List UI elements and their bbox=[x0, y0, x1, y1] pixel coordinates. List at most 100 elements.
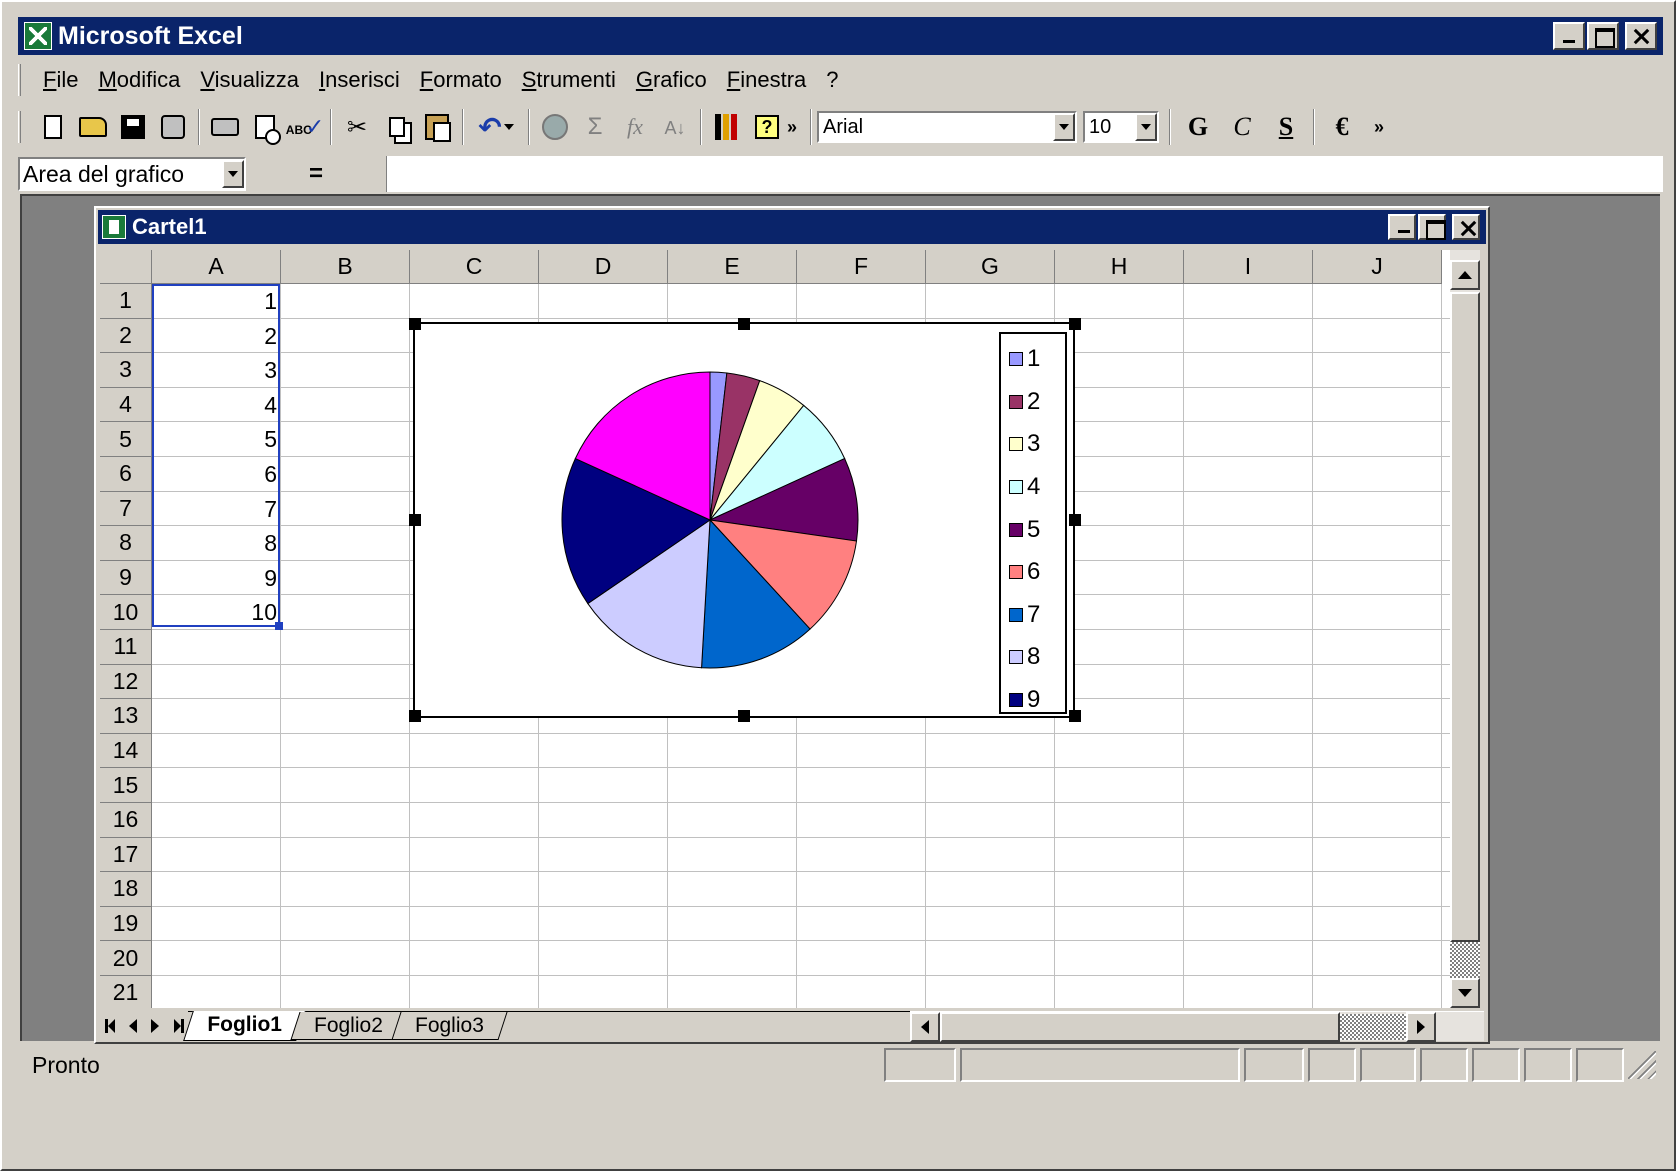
name-box-dropdown[interactable] bbox=[222, 160, 244, 188]
help-button[interactable]: ? bbox=[749, 109, 785, 145]
horizontal-scrollbar[interactable] bbox=[910, 1011, 1484, 1042]
function-button[interactable] bbox=[617, 109, 653, 145]
row-header[interactable]: 15 bbox=[100, 768, 152, 803]
cell-a6[interactable]: 6 bbox=[155, 457, 277, 491]
menu-visualizza[interactable]: Visualizza bbox=[190, 67, 309, 93]
row-header[interactable]: 14 bbox=[100, 733, 152, 769]
cell-a10[interactable]: 10 bbox=[155, 595, 277, 629]
column-header[interactable]: E bbox=[668, 250, 797, 284]
spelling-button[interactable]: ABC bbox=[286, 109, 323, 145]
paste-button[interactable] bbox=[419, 109, 455, 145]
new-button[interactable] bbox=[35, 109, 71, 145]
toolbar-options-icon[interactable]: » bbox=[787, 117, 805, 138]
select-all-button[interactable] bbox=[100, 250, 152, 284]
workbook-maximize-button[interactable] bbox=[1418, 214, 1446, 240]
maximize-button[interactable] bbox=[1587, 22, 1619, 50]
menu-modifica[interactable]: Modifica bbox=[88, 67, 190, 93]
legend-item[interactable]: 6 bbox=[1009, 551, 1065, 594]
legend-item[interactable]: 7 bbox=[1009, 594, 1065, 637]
row-header[interactable]: 11 bbox=[100, 630, 152, 665]
legend-item[interactable]: 9 bbox=[1009, 679, 1065, 722]
sort-button[interactable] bbox=[657, 109, 693, 145]
menubar-grip[interactable] bbox=[18, 64, 21, 96]
app-title-bar[interactable]: Microsoft Excel bbox=[18, 17, 1663, 55]
chart-legend[interactable]: 1 2 3 4 5 6 7 8 9 bbox=[999, 332, 1067, 714]
row-header[interactable]: 6 bbox=[100, 457, 152, 492]
cell-a4[interactable]: 4 bbox=[155, 388, 277, 422]
row-header[interactable]: 17 bbox=[100, 837, 152, 873]
row-header[interactable]: 1 bbox=[100, 284, 152, 319]
underline-button[interactable]: S bbox=[1264, 112, 1308, 142]
column-header[interactable]: H bbox=[1055, 250, 1184, 284]
chart-handle-mid-left[interactable] bbox=[409, 514, 421, 526]
scroll-right-button[interactable] bbox=[1406, 1012, 1436, 1042]
sheet-tab-foglio3[interactable]: Foglio3 bbox=[391, 1012, 508, 1040]
cell-a3[interactable]: 3 bbox=[155, 353, 277, 387]
cell-a9[interactable]: 9 bbox=[155, 561, 277, 595]
chart-area[interactable]: 1 2 3 4 5 6 7 8 9 bbox=[413, 322, 1075, 718]
chart-wizard-button[interactable] bbox=[709, 109, 745, 145]
menu-file[interactable]: File bbox=[33, 67, 88, 93]
vertical-scroll-track[interactable] bbox=[1450, 942, 1480, 978]
cell-a7[interactable]: 7 bbox=[155, 492, 277, 526]
column-header[interactable]: I bbox=[1184, 250, 1313, 284]
name-box[interactable]: Area del grafico bbox=[18, 157, 246, 191]
column-header[interactable]: A bbox=[152, 250, 281, 284]
workbook-minimize-button[interactable] bbox=[1388, 214, 1416, 240]
copy-button[interactable] bbox=[379, 109, 415, 145]
menu-inserisci[interactable]: Inserisci bbox=[309, 67, 410, 93]
row-header[interactable]: 12 bbox=[100, 664, 152, 700]
hyperlink-button[interactable] bbox=[537, 109, 573, 145]
workbook-title-bar[interactable]: Cartel1 bbox=[98, 210, 1486, 244]
font-size-combo[interactable]: 10 bbox=[1083, 111, 1159, 143]
row-header[interactable]: 16 bbox=[100, 803, 152, 838]
cell-a8[interactable]: 8 bbox=[155, 526, 277, 560]
workbook-close-button[interactable] bbox=[1452, 214, 1480, 240]
cut-button[interactable] bbox=[339, 109, 375, 145]
euro-button[interactable]: € bbox=[1320, 112, 1364, 142]
row-header[interactable]: 13 bbox=[100, 699, 152, 734]
scroll-down-button[interactable] bbox=[1450, 978, 1480, 1008]
chart-handle-top-left[interactable] bbox=[409, 318, 421, 330]
font-name-dropdown[interactable] bbox=[1053, 113, 1075, 141]
first-sheet-button[interactable] bbox=[100, 1012, 122, 1040]
next-sheet-button[interactable] bbox=[144, 1012, 166, 1040]
sheet-tab-foglio2[interactable]: Foglio2 bbox=[290, 1012, 407, 1040]
pie-chart[interactable] bbox=[415, 324, 1073, 716]
chart-handle-mid-right[interactable] bbox=[1069, 514, 1081, 526]
vertical-scrollbar[interactable] bbox=[1450, 250, 1480, 1008]
row-header[interactable]: 8 bbox=[100, 526, 152, 561]
vertical-scroll-thumb[interactable] bbox=[1450, 292, 1480, 942]
row-header[interactable]: 10 bbox=[100, 595, 152, 630]
row-header[interactable]: 5 bbox=[100, 422, 152, 457]
row-header[interactable]: 4 bbox=[100, 387, 152, 423]
legend-item[interactable]: 4 bbox=[1009, 466, 1065, 509]
toolbar-options-icon[interactable]: » bbox=[1374, 117, 1392, 138]
permission-button[interactable] bbox=[155, 109, 191, 145]
font-name-combo[interactable]: Arial bbox=[817, 111, 1077, 143]
toolbar-grip[interactable] bbox=[18, 111, 21, 143]
menu-strumenti[interactable]: Strumenti bbox=[512, 67, 626, 93]
open-button[interactable] bbox=[75, 109, 111, 145]
chart-handle-top-mid[interactable] bbox=[738, 318, 750, 330]
horizontal-scroll-thumb[interactable] bbox=[940, 1012, 1340, 1042]
size-grip[interactable] bbox=[1628, 1051, 1656, 1079]
cell-a2[interactable]: 2 bbox=[155, 319, 277, 353]
menu-finestra[interactable]: Finestra bbox=[717, 67, 817, 93]
legend-item[interactable]: 3 bbox=[1009, 423, 1065, 466]
workbook-icon[interactable] bbox=[102, 215, 126, 239]
row-header[interactable]: 21 bbox=[100, 976, 152, 1008]
italic-button[interactable]: C bbox=[1220, 112, 1264, 142]
row-header[interactable]: 3 bbox=[100, 353, 152, 388]
chevron-down-icon[interactable] bbox=[503, 124, 514, 130]
chart-handle-bottom-mid[interactable] bbox=[738, 710, 750, 722]
legend-item[interactable]: 2 bbox=[1009, 381, 1065, 424]
scroll-left-button[interactable] bbox=[910, 1012, 940, 1042]
print-button[interactable] bbox=[207, 109, 243, 145]
close-button[interactable] bbox=[1625, 22, 1657, 50]
print-preview-button[interactable] bbox=[247, 109, 283, 145]
column-header[interactable]: D bbox=[539, 250, 668, 284]
prev-sheet-button[interactable] bbox=[122, 1012, 144, 1040]
save-button[interactable] bbox=[115, 109, 151, 145]
menu-grafico[interactable]: Grafico bbox=[626, 67, 717, 93]
